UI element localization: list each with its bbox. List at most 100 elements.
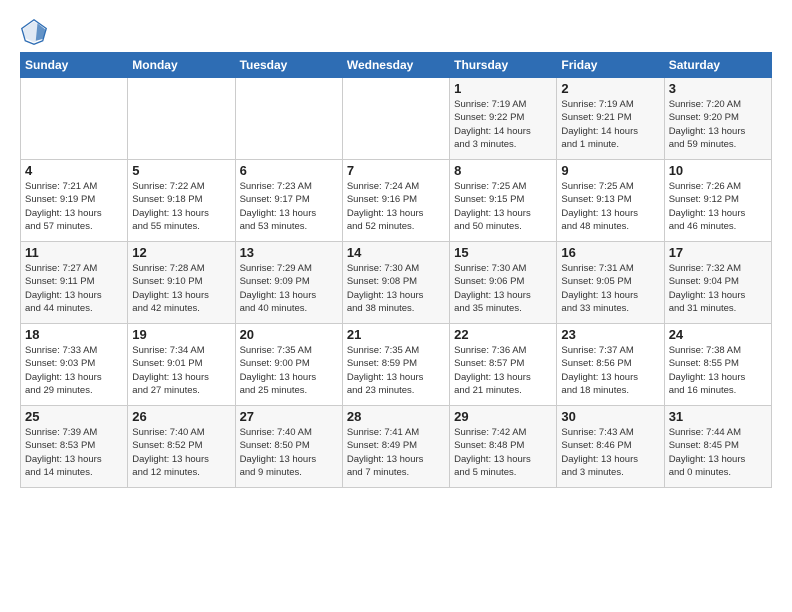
header-cell-tuesday: Tuesday [235, 53, 342, 78]
cell-content: Sunrise: 7:19 AM Sunset: 9:21 PM Dayligh… [561, 98, 659, 151]
day-number: 18 [25, 327, 123, 342]
day-number: 25 [25, 409, 123, 424]
cell-content: Sunrise: 7:25 AM Sunset: 9:13 PM Dayligh… [561, 180, 659, 233]
calendar-cell: 6Sunrise: 7:23 AM Sunset: 9:17 PM Daylig… [235, 160, 342, 242]
cell-content: Sunrise: 7:44 AM Sunset: 8:45 PM Dayligh… [669, 426, 767, 479]
page: SundayMondayTuesdayWednesdayThursdayFrid… [0, 0, 792, 498]
calendar-cell: 25 Sunrise: 7:39 AM Sunset: 8:53 PM Dayli… [21, 406, 128, 488]
cell-content: Sunrise: 7:28 AM Sunset: 9:10 PM Dayligh… [132, 262, 230, 315]
calendar-table: SundayMondayTuesdayWednesdayThursdayFrid… [20, 52, 772, 488]
day-number: 30 [561, 409, 659, 424]
cell-content: Sunrise: 7:37 AM Sunset: 8:56 PM Dayligh… [561, 344, 659, 397]
calendar-cell: 14Sunrise: 7:30 AM Sunset: 9:08 PM Dayli… [342, 242, 449, 324]
cell-content: Sunrise: 7:19 AM Sunset: 9:22 PM Dayligh… [454, 98, 552, 151]
day-number: 13 [240, 245, 338, 260]
calendar-cell: 23Sunrise: 7:37 AM Sunset: 8:56 PM Dayli… [557, 324, 664, 406]
calendar-cell: 1 Sunrise: 7:19 AM Sunset: 9:22 PM Daylig… [450, 78, 557, 160]
cell-content: Sunrise: 7:21 AM Sunset: 9:19 PM Dayligh… [25, 180, 123, 233]
cell-content: Sunrise: 7:26 AM Sunset: 9:12 PM Dayligh… [669, 180, 767, 233]
header-cell-friday: Friday [557, 53, 664, 78]
calendar-cell [21, 78, 128, 160]
calendar-cell: 26 Sunrise: 7:40 AM Sunset: 8:52 PM Dayli… [128, 406, 235, 488]
calendar-cell: 27Sunrise: 7:40 AM Sunset: 8:50 PM Dayli… [235, 406, 342, 488]
day-number: 19 [132, 327, 230, 342]
header-row: SundayMondayTuesdayWednesdayThursdayFrid… [21, 53, 772, 78]
cell-content: Sunrise: 7:31 AM Sunset: 9:05 PM Dayligh… [561, 262, 659, 315]
week-row-3: 11Sunrise: 7:27 AM Sunset: 9:11 PM Dayli… [21, 242, 772, 324]
day-number: 17 [669, 245, 767, 260]
calendar-cell: 7 Sunrise: 7:24 AM Sunset: 9:16 PM Daylig… [342, 160, 449, 242]
calendar-cell: 9 Sunrise: 7:25 AM Sunset: 9:13 PM Daylig… [557, 160, 664, 242]
day-number: 5 [132, 163, 230, 178]
cell-content: Sunrise: 7:32 AM Sunset: 9:04 PM Dayligh… [669, 262, 767, 315]
cell-content: Sunrise: 7:40 AM Sunset: 8:50 PM Dayligh… [240, 426, 338, 479]
day-number: 3 [669, 81, 767, 96]
calendar-cell: 17 Sunrise: 7:32 AM Sunset: 9:04 PM Dayli… [664, 242, 771, 324]
day-number: 8 [454, 163, 552, 178]
calendar-cell: 20 Sunrise: 7:35 AM Sunset: 9:00 PM Dayli… [235, 324, 342, 406]
day-number: 6 [240, 163, 338, 178]
day-number: 9 [561, 163, 659, 178]
cell-content: Sunrise: 7:40 AM Sunset: 8:52 PM Dayligh… [132, 426, 230, 479]
cell-content: Sunrise: 7:39 AM Sunset: 8:53 PM Dayligh… [25, 426, 123, 479]
cell-content: Sunrise: 7:36 AM Sunset: 8:57 PM Dayligh… [454, 344, 552, 397]
cell-content: Sunrise: 7:27 AM Sunset: 9:11 PM Dayligh… [25, 262, 123, 315]
header-cell-sunday: Sunday [21, 53, 128, 78]
cell-content: Sunrise: 7:42 AM Sunset: 8:48 PM Dayligh… [454, 426, 552, 479]
day-number: 20 [240, 327, 338, 342]
cell-content: Sunrise: 7:22 AM Sunset: 9:18 PM Dayligh… [132, 180, 230, 233]
cell-content: Sunrise: 7:38 AM Sunset: 8:55 PM Dayligh… [669, 344, 767, 397]
day-number: 24 [669, 327, 767, 342]
calendar-cell [235, 78, 342, 160]
calendar-cell: 10 Sunrise: 7:26 AM Sunset: 9:12 PM Dayli… [664, 160, 771, 242]
calendar-cell [342, 78, 449, 160]
header-cell-thursday: Thursday [450, 53, 557, 78]
cell-content: Sunrise: 7:25 AM Sunset: 9:15 PM Dayligh… [454, 180, 552, 233]
calendar-cell: 3 Sunrise: 7:20 AM Sunset: 9:20 PM Daylig… [664, 78, 771, 160]
day-number: 15 [454, 245, 552, 260]
cell-content: Sunrise: 7:30 AM Sunset: 9:06 PM Dayligh… [454, 262, 552, 315]
day-number: 22 [454, 327, 552, 342]
cell-content: Sunrise: 7:35 AM Sunset: 9:00 PM Dayligh… [240, 344, 338, 397]
cell-content: Sunrise: 7:34 AM Sunset: 9:01 PM Dayligh… [132, 344, 230, 397]
week-row-4: 18 Sunrise: 7:33 AM Sunset: 9:03 PM Dayli… [21, 324, 772, 406]
calendar-cell: 21 Sunrise: 7:35 AM Sunset: 8:59 PM Dayli… [342, 324, 449, 406]
day-number: 10 [669, 163, 767, 178]
header-cell-monday: Monday [128, 53, 235, 78]
calendar-cell: 28 Sunrise: 7:41 AM Sunset: 8:49 PM Dayli… [342, 406, 449, 488]
day-number: 1 [454, 81, 552, 96]
calendar-cell: 30Sunrise: 7:43 AM Sunset: 8:46 PM Dayli… [557, 406, 664, 488]
day-number: 28 [347, 409, 445, 424]
calendar-cell: 12 Sunrise: 7:28 AM Sunset: 9:10 PM Dayli… [128, 242, 235, 324]
cell-content: Sunrise: 7:41 AM Sunset: 8:49 PM Dayligh… [347, 426, 445, 479]
cell-content: Sunrise: 7:33 AM Sunset: 9:03 PM Dayligh… [25, 344, 123, 397]
day-number: 12 [132, 245, 230, 260]
calendar-cell: 5 Sunrise: 7:22 AM Sunset: 9:18 PM Daylig… [128, 160, 235, 242]
logo-icon [20, 18, 48, 46]
day-number: 29 [454, 409, 552, 424]
day-number: 16 [561, 245, 659, 260]
header [20, 18, 772, 46]
calendar-cell: 11Sunrise: 7:27 AM Sunset: 9:11 PM Dayli… [21, 242, 128, 324]
calendar-cell: 29 Sunrise: 7:42 AM Sunset: 8:48 PM Dayli… [450, 406, 557, 488]
cell-content: Sunrise: 7:30 AM Sunset: 9:08 PM Dayligh… [347, 262, 445, 315]
day-number: 31 [669, 409, 767, 424]
calendar-cell: 15 Sunrise: 7:30 AM Sunset: 9:06 PM Dayli… [450, 242, 557, 324]
week-row-1: 1 Sunrise: 7:19 AM Sunset: 9:22 PM Daylig… [21, 78, 772, 160]
day-number: 21 [347, 327, 445, 342]
header-cell-wednesday: Wednesday [342, 53, 449, 78]
cell-content: Sunrise: 7:29 AM Sunset: 9:09 PM Dayligh… [240, 262, 338, 315]
calendar-cell: 4Sunrise: 7:21 AM Sunset: 9:19 PM Daylig… [21, 160, 128, 242]
cell-content: Sunrise: 7:35 AM Sunset: 8:59 PM Dayligh… [347, 344, 445, 397]
day-number: 26 [132, 409, 230, 424]
day-number: 2 [561, 81, 659, 96]
cell-content: Sunrise: 7:24 AM Sunset: 9:16 PM Dayligh… [347, 180, 445, 233]
calendar-cell: 19 Sunrise: 7:34 AM Sunset: 9:01 PM Dayli… [128, 324, 235, 406]
week-row-2: 4Sunrise: 7:21 AM Sunset: 9:19 PM Daylig… [21, 160, 772, 242]
calendar-cell: 8 Sunrise: 7:25 AM Sunset: 9:15 PM Daylig… [450, 160, 557, 242]
calendar-cell: 24 Sunrise: 7:38 AM Sunset: 8:55 PM Dayli… [664, 324, 771, 406]
cell-content: Sunrise: 7:20 AM Sunset: 9:20 PM Dayligh… [669, 98, 767, 151]
calendar-cell: 31 Sunrise: 7:44 AM Sunset: 8:45 PM Dayli… [664, 406, 771, 488]
logo [20, 18, 52, 46]
day-number: 7 [347, 163, 445, 178]
